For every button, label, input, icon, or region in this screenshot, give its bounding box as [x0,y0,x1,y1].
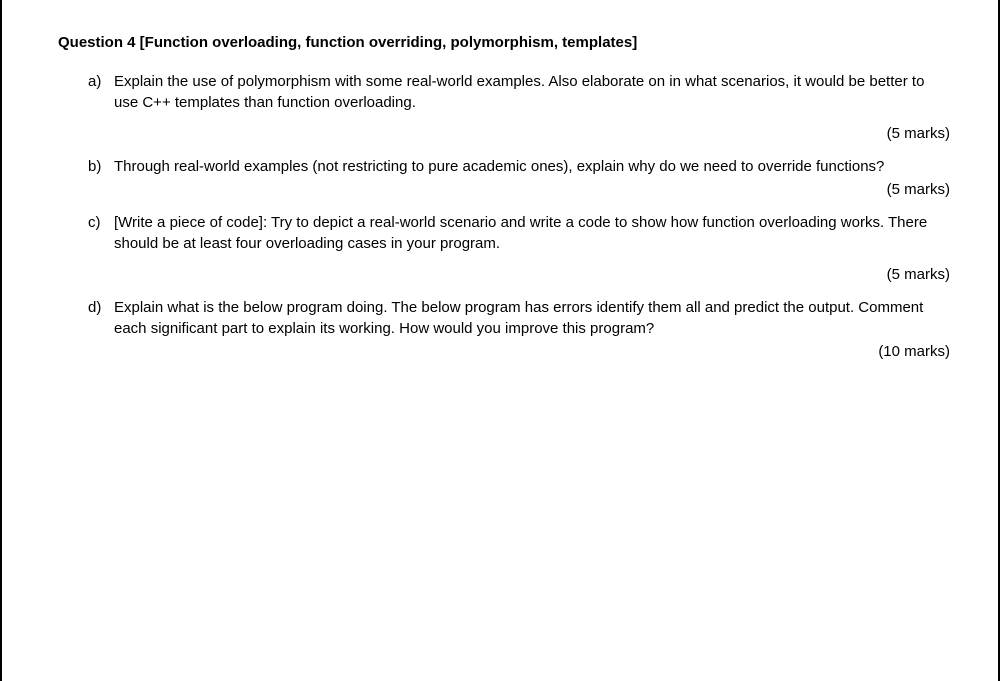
part-c-label: c) [88,212,114,233]
part-c: c) [Write a piece of code]: Try to depic… [88,212,950,285]
part-b-marks: (5 marks) [88,179,950,200]
part-d-text: Explain what is the below program doing.… [114,297,950,339]
part-d-marks: (10 marks) [88,341,950,362]
part-a: a) Explain the use of polymorphism with … [88,71,950,144]
part-a-marks: (5 marks) [88,123,950,144]
part-a-label: a) [88,71,114,92]
part-d: d) Explain what is the below program doi… [88,297,950,362]
part-c-text: [Write a piece of code]: Try to depict a… [114,212,950,254]
part-d-label: d) [88,297,114,318]
question-container: Question 4 [Function overloading, functi… [58,32,950,362]
part-b-text: Through real-world examples (not restric… [114,156,950,177]
question-title: Question 4 [Function overloading, functi… [58,32,950,53]
part-b: b) Through real-world examples (not rest… [88,156,950,200]
part-b-label: b) [88,156,114,177]
part-c-marks: (5 marks) [88,264,950,285]
parts-list: a) Explain the use of polymorphism with … [58,71,950,362]
part-a-text: Explain the use of polymorphism with som… [114,71,950,113]
